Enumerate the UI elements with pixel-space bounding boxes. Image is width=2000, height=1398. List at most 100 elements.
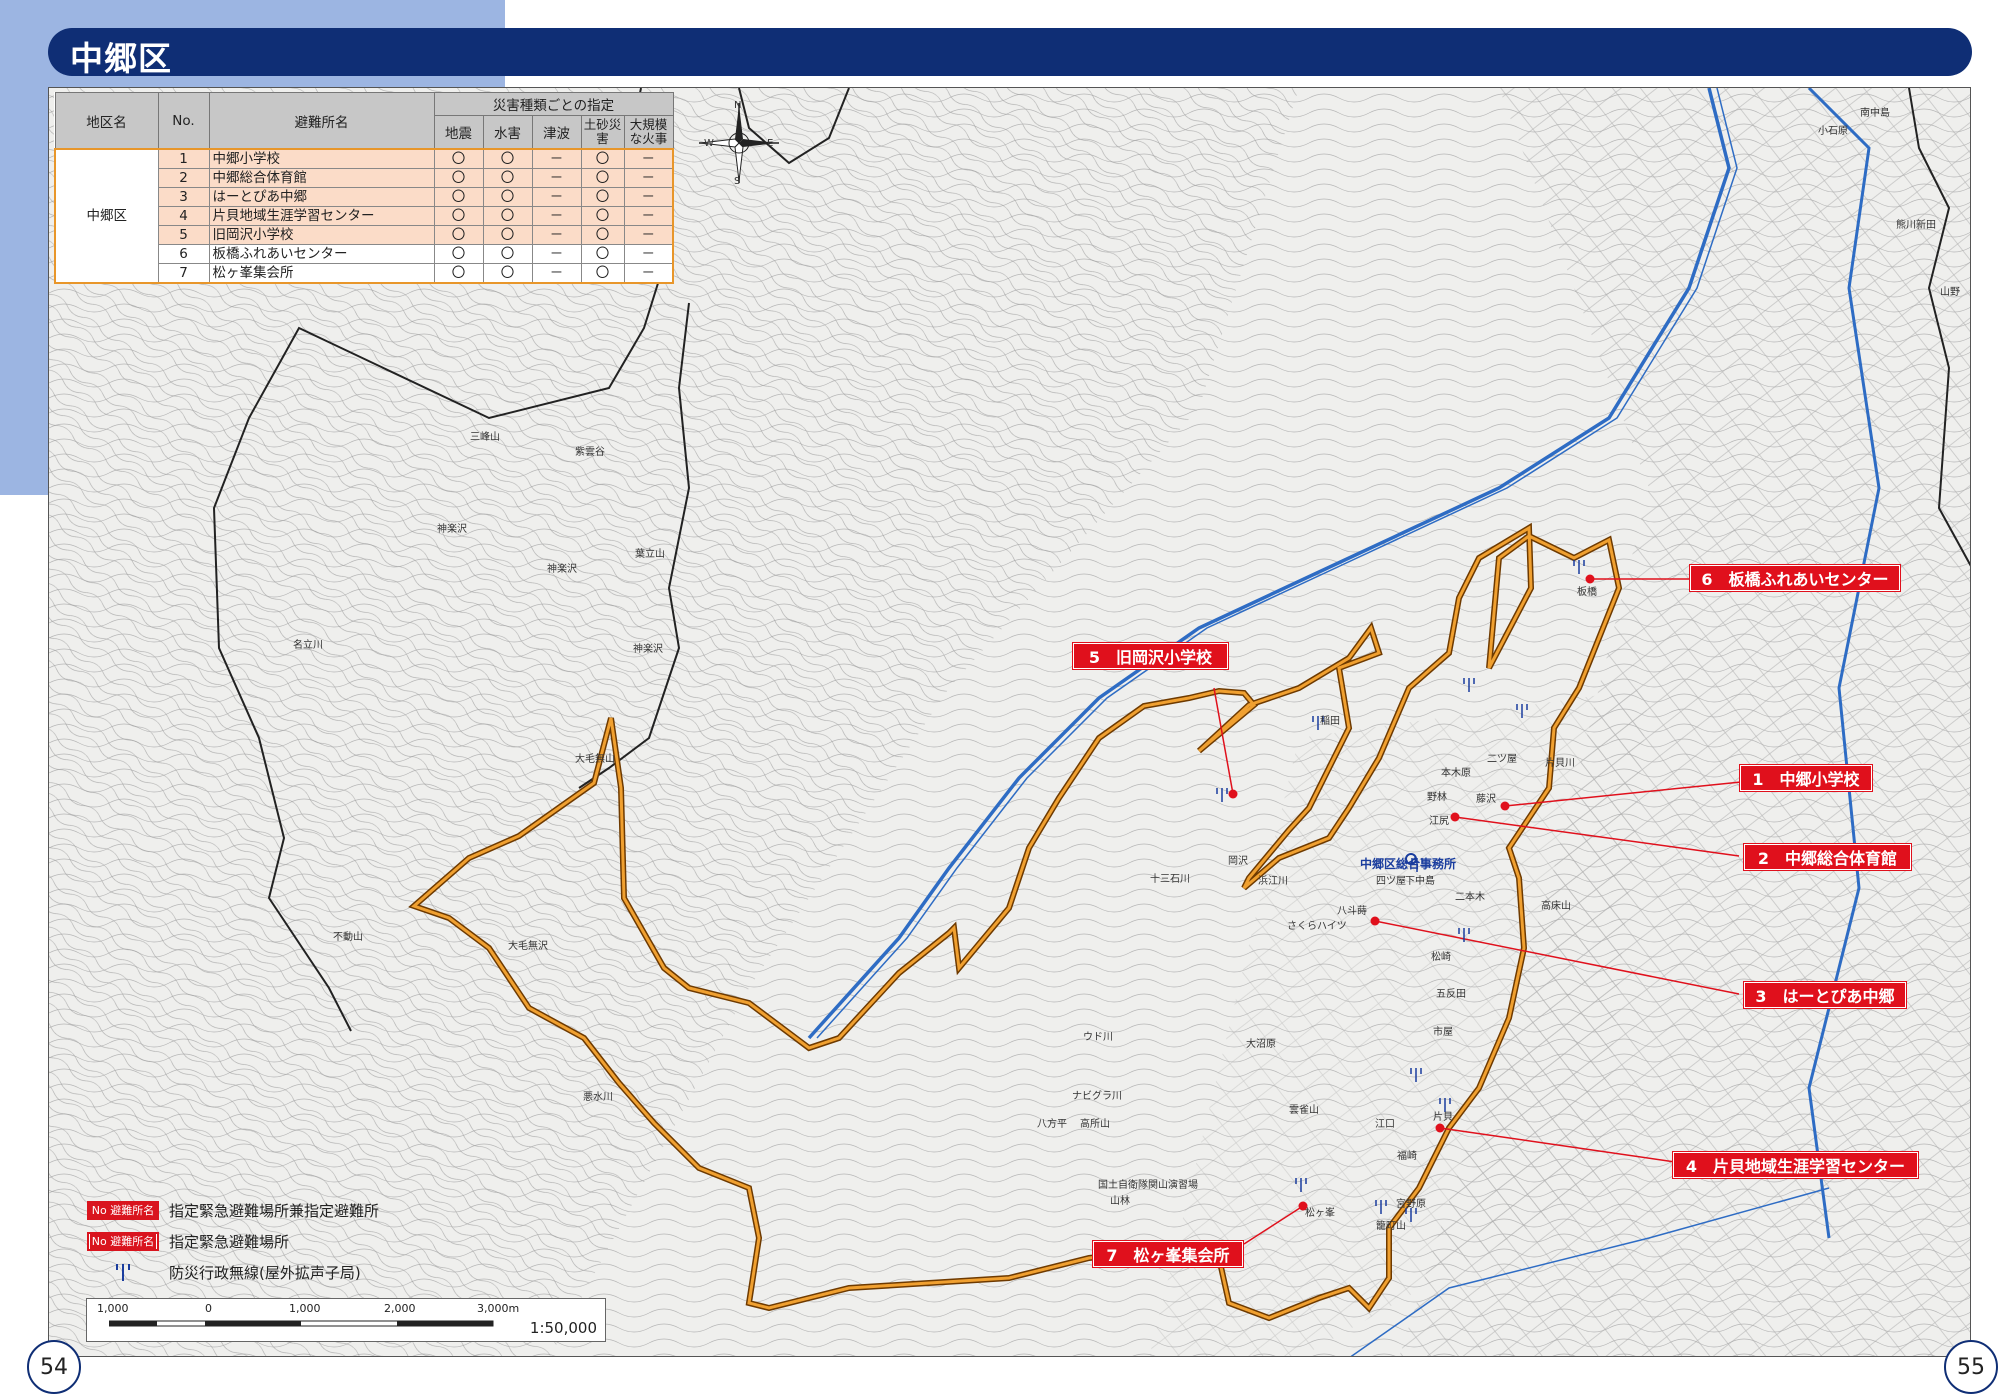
hazard-mark: 〇 (482, 168, 533, 188)
hazard-mark: － (623, 206, 674, 226)
header-hazard: 大規模な火事 (623, 115, 674, 150)
legend-swatch-designated-both: No 避難所名 (87, 1200, 159, 1220)
hazard-mark: 〇 (580, 206, 625, 226)
hazard-mark: 〇 (580, 148, 625, 169)
hazard-mark: 〇 (482, 187, 533, 207)
callout-shelter-4[interactable]: 4 片貝地域生涯学習センター (1673, 1152, 1918, 1178)
callout-shelter-1[interactable]: 1 中郷小学校 (1740, 765, 1872, 791)
hazard-mark: 〇 (433, 168, 484, 188)
header-name: 避難所名 (208, 92, 435, 150)
place-label: 小石原 (1818, 126, 1848, 137)
place-label: 四ツ屋 (1376, 876, 1406, 887)
legend-label: 防災行政無線(屋外拡声子局) (169, 1263, 361, 1282)
hazard-mark: 〇 (482, 225, 533, 245)
place-label: 籠町山 (1376, 1221, 1406, 1232)
hazard-mark: 〇 (433, 244, 484, 264)
row-number: 1 (157, 148, 210, 169)
radio-tower-icon (87, 1261, 159, 1283)
callout-shelter-7[interactable]: 7 松ヶ峯集会所 (1093, 1241, 1243, 1267)
place-label: 片貝川 (1545, 758, 1575, 769)
header-hazard-group: 災害種類ごとの指定 (433, 92, 674, 116)
scale-tick: 1,000 (97, 1302, 129, 1315)
header-hazard: 地震 (433, 115, 484, 150)
row-number: 7 (157, 263, 210, 284)
place-label: 岡沢 (1228, 856, 1248, 867)
header-hazard: 土砂災害 (580, 115, 625, 150)
place-label: 松ヶ峯 (1305, 1208, 1335, 1219)
place-label: 本木原 (1441, 768, 1471, 779)
hazard-mark: 〇 (580, 225, 625, 245)
place-label: 宮野原 (1396, 1199, 1426, 1210)
place-label: 八斗蒔 (1337, 906, 1367, 917)
hazard-mark: 〇 (433, 263, 484, 284)
place-label: 下中島 (1405, 876, 1435, 887)
place-label: 市屋 (1433, 1027, 1453, 1038)
shelter-name: 板橋ふれあいセンター (208, 244, 435, 264)
place-label: 神楽沢 (437, 524, 467, 535)
hazard-mark: 〇 (580, 263, 625, 284)
hazard-mark: － (623, 263, 674, 284)
legend-label: 指定緊急避難場所兼指定避難所 (169, 1201, 380, 1220)
place-label: 葉立山 (635, 549, 665, 560)
hazard-mark: － (531, 206, 582, 226)
hazard-mark: － (623, 244, 674, 264)
place-label: 十三石川 (1150, 874, 1190, 885)
hazard-mark: 〇 (433, 225, 484, 245)
place-label: 雲雀山 (1289, 1105, 1319, 1116)
callout-shelter-5[interactable]: 5 旧岡沢小学校 (1073, 643, 1228, 669)
place-label: 高所山 (1080, 1119, 1110, 1130)
compass-n: N (734, 100, 742, 111)
header-hazard: 水害 (482, 115, 533, 150)
hazard-mark: 〇 (580, 187, 625, 207)
hazard-mark: 〇 (433, 148, 484, 169)
place-label: 三峰山 (470, 432, 500, 443)
district-cell: 中郷区 (54, 148, 159, 284)
place-label: 福崎 (1397, 1151, 1417, 1162)
legend-swatch-text: No 避難所名 (89, 1233, 157, 1249)
legend-label: 指定緊急避難場所 (169, 1232, 290, 1251)
place-label: 大毛無山 (575, 754, 615, 765)
place-label: 二ツ屋 (1487, 754, 1517, 765)
shelter-name: はーとぴあ中郷 (208, 187, 435, 207)
hazard-mark: 〇 (580, 168, 625, 188)
compass-e: E (767, 138, 774, 149)
header-district: 地区名 (54, 92, 159, 150)
place-label: 悪水川 (583, 1092, 613, 1103)
hazard-mark: － (531, 225, 582, 245)
scale-bar-graphic (109, 1320, 494, 1327)
shelter-name: 旧岡沢小学校 (208, 225, 435, 245)
page-title: 中郷区 (70, 39, 172, 78)
place-label: 熊川新田 (1896, 220, 1936, 231)
scale-tick: 1,000 (289, 1302, 321, 1315)
hazard-mark: － (531, 263, 582, 284)
shelter-name: 片貝地域生涯学習センター (208, 206, 435, 226)
callout-shelter-3[interactable]: 3 はーとぴあ中郷 (1744, 982, 1906, 1008)
title-bar: 中郷区 (48, 28, 1972, 78)
shelter-name: 中郷総合体育館 (208, 168, 435, 188)
row-number: 5 (157, 225, 210, 245)
row-number: 2 (157, 168, 210, 188)
hazard-mark: － (623, 187, 674, 207)
place-label: ウド川 (1083, 1032, 1113, 1043)
place-label: 南中島 (1860, 108, 1890, 119)
callout-shelter-2[interactable]: 2 中郷総合体育館 (1744, 844, 1911, 870)
scale-ratio: 1:50,000 (529, 1319, 597, 1337)
hazard-mark: － (623, 148, 674, 169)
callout-shelter-6[interactable]: 6 板橋ふれあいセンター (1690, 565, 1900, 591)
row-number: 3 (157, 187, 210, 207)
place-label: 片貝 (1433, 1112, 1453, 1123)
hazard-mark: － (531, 168, 582, 188)
shelter-name: 中郷小学校 (208, 148, 435, 169)
scale-tick: 2,000 (384, 1302, 416, 1315)
hazard-mark: 〇 (482, 244, 533, 264)
compass-s: S (734, 176, 741, 187)
hazard-mark: 〇 (482, 206, 533, 226)
place-label: ナビグラ川 (1072, 1091, 1122, 1102)
row-number: 4 (157, 206, 210, 226)
place-label: 大毛無沢 (508, 941, 548, 952)
office-label: 中郷区総合事務所 (1360, 857, 1457, 871)
page-number-right: 55 (1944, 1340, 1998, 1394)
hazard-mark: － (531, 244, 582, 264)
place-label: さくらハイツ (1287, 921, 1347, 932)
hazard-mark: － (623, 225, 674, 245)
